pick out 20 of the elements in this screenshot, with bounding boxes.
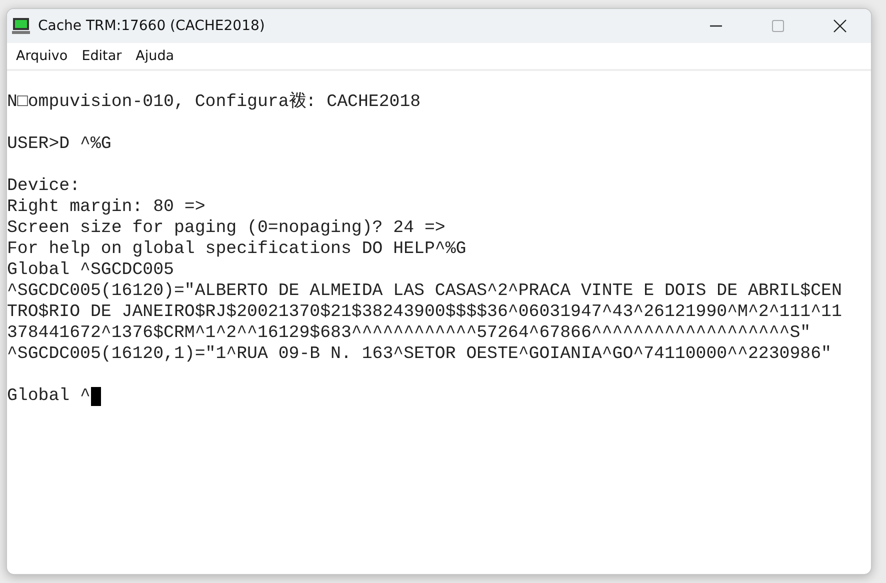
- menu-item[interactable]: Editar: [76, 46, 127, 66]
- terminal-line: Screen size for paging (0=nopaging)? 24 =>: [7, 218, 446, 239]
- menu-item[interactable]: Arquivo: [11, 46, 73, 66]
- terminal-line: USER>D ^%G: [7, 134, 112, 155]
- maximize-icon: [771, 19, 785, 33]
- monitor-icon: [12, 17, 30, 35]
- terminal-line: 378441672^1376$CRM^1^2^^16129$683^^^^^^^^^^^^57264^67866^^^^^^^^^^^^^^^^^^^S": [7, 323, 811, 344]
- terminal-line: For help on global specifications DO HELP^%G: [7, 239, 466, 260]
- text-cursor: [90, 387, 100, 406]
- terminal-line: Global ^SGCDC005: [7, 260, 174, 281]
- terminal-line: TRO$RIO DE JANEIRO$RJ$20021370$21$38243900$$$$36^06031947^43^26121990^M^2^111^11: [7, 302, 842, 323]
- terminal-line: Global ^: [7, 386, 90, 407]
- terminal-line: ^SGCDC005(16120,1)="1^RUA 09-B N. 163^SETOR OESTE^GOIANIA^GO^74110000^^2230986": [7, 344, 832, 365]
- window-title: Cache TRM:17660 (CACHE2018): [38, 18, 266, 34]
- terminal-line: Right margin: 80 =>: [7, 197, 206, 218]
- terminal-line: N□ompuvision-010, Configura袯: CACHE2018: [7, 92, 421, 113]
- terminal-line: Device:: [7, 176, 80, 197]
- close-icon: [833, 19, 847, 33]
- terminal-line: ^SGCDC005(16120)="ALBERTO DE ALMEIDA LAS CASAS^2^PRACA VINTE E DOIS DE ABRIL$CEN: [7, 281, 842, 302]
- menu-item[interactable]: Ajuda: [130, 46, 180, 66]
